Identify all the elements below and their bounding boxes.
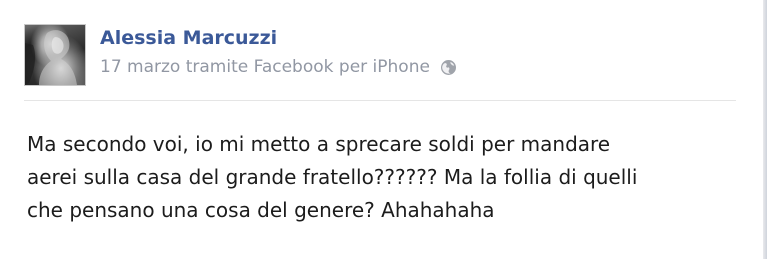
post-message: Ma secondo voi, io mi metto a sprecare s… [27, 128, 747, 227]
avatar-photo [25, 30, 77, 85]
author-name-link[interactable]: Alessia Marcuzzi [100, 27, 277, 49]
avatar[interactable] [24, 24, 86, 86]
facebook-post: Alessia Marcuzzi 17 marzo tramite Facebo… [0, 0, 760, 259]
post-date-link[interactable]: 17 marzo [100, 57, 180, 77]
post-message-line: che pensano una cosa del genere? Ahahaha… [27, 198, 495, 222]
header-divider [24, 100, 736, 101]
globe-icon[interactable] [440, 59, 457, 76]
post-message-line: aerei sulla casa del grande fratello????… [27, 165, 638, 189]
scroll-edge [763, 0, 767, 259]
post-message-line: Ma secondo voi, io mi metto a sprecare s… [27, 132, 611, 156]
post-source-text: tramite Facebook per iPhone [185, 57, 430, 77]
post-meta: 17 marzo tramite Facebook per iPhone [100, 57, 457, 77]
